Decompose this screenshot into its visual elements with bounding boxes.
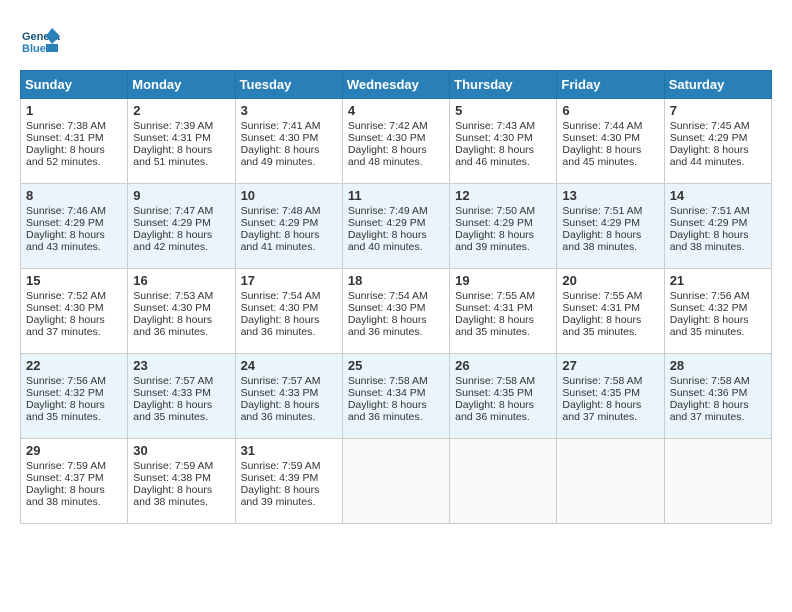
- table-row: 2Sunrise: 7:39 AMSunset: 4:31 PMDaylight…: [128, 99, 235, 184]
- day-number: 7: [670, 103, 766, 118]
- table-row: 24Sunrise: 7:57 AMSunset: 4:33 PMDayligh…: [235, 354, 342, 439]
- day-number: 9: [133, 188, 229, 203]
- day-number: 21: [670, 273, 766, 288]
- table-row: 27Sunrise: 7:58 AMSunset: 4:35 PMDayligh…: [557, 354, 664, 439]
- col-header-monday: Monday: [128, 71, 235, 99]
- day-number: 4: [348, 103, 444, 118]
- table-row: 9Sunrise: 7:47 AMSunset: 4:29 PMDaylight…: [128, 184, 235, 269]
- table-row: 6Sunrise: 7:44 AMSunset: 4:30 PMDaylight…: [557, 99, 664, 184]
- col-header-tuesday: Tuesday: [235, 71, 342, 99]
- table-row: 3Sunrise: 7:41 AMSunset: 4:30 PMDaylight…: [235, 99, 342, 184]
- calendar-table: SundayMondayTuesdayWednesdayThursdayFrid…: [20, 70, 772, 524]
- table-row: 30Sunrise: 7:59 AMSunset: 4:38 PMDayligh…: [128, 439, 235, 524]
- day-number: 22: [26, 358, 122, 373]
- day-number: 26: [455, 358, 551, 373]
- day-number: 17: [241, 273, 337, 288]
- page-header: General Blue: [20, 20, 772, 60]
- col-header-friday: Friday: [557, 71, 664, 99]
- day-number: 15: [26, 273, 122, 288]
- day-number: 8: [26, 188, 122, 203]
- col-header-thursday: Thursday: [450, 71, 557, 99]
- day-number: 29: [26, 443, 122, 458]
- table-row: 16Sunrise: 7:53 AMSunset: 4:30 PMDayligh…: [128, 269, 235, 354]
- table-row: 1Sunrise: 7:38 AMSunset: 4:31 PMDaylight…: [21, 99, 128, 184]
- day-number: 25: [348, 358, 444, 373]
- day-number: 31: [241, 443, 337, 458]
- logo-icon: General Blue: [20, 20, 60, 60]
- table-row: 31Sunrise: 7:59 AMSunset: 4:39 PMDayligh…: [235, 439, 342, 524]
- day-number: 3: [241, 103, 337, 118]
- day-number: 1: [26, 103, 122, 118]
- day-number: 16: [133, 273, 229, 288]
- table-row: 7Sunrise: 7:45 AMSunset: 4:29 PMDaylight…: [664, 99, 771, 184]
- table-row: 8Sunrise: 7:46 AMSunset: 4:29 PMDaylight…: [21, 184, 128, 269]
- table-row: 15Sunrise: 7:52 AMSunset: 4:30 PMDayligh…: [21, 269, 128, 354]
- day-number: 10: [241, 188, 337, 203]
- table-row: [342, 439, 449, 524]
- table-row: 25Sunrise: 7:58 AMSunset: 4:34 PMDayligh…: [342, 354, 449, 439]
- table-row: 11Sunrise: 7:49 AMSunset: 4:29 PMDayligh…: [342, 184, 449, 269]
- day-number: 2: [133, 103, 229, 118]
- col-header-saturday: Saturday: [664, 71, 771, 99]
- day-number: 14: [670, 188, 766, 203]
- table-row: 18Sunrise: 7:54 AMSunset: 4:30 PMDayligh…: [342, 269, 449, 354]
- svg-text:Blue: Blue: [22, 43, 46, 55]
- table-row: [450, 439, 557, 524]
- day-number: 6: [562, 103, 658, 118]
- table-row: [664, 439, 771, 524]
- table-row: 29Sunrise: 7:59 AMSunset: 4:37 PMDayligh…: [21, 439, 128, 524]
- table-row: 28Sunrise: 7:58 AMSunset: 4:36 PMDayligh…: [664, 354, 771, 439]
- table-row: 21Sunrise: 7:56 AMSunset: 4:32 PMDayligh…: [664, 269, 771, 354]
- table-row: 13Sunrise: 7:51 AMSunset: 4:29 PMDayligh…: [557, 184, 664, 269]
- day-number: 23: [133, 358, 229, 373]
- day-number: 24: [241, 358, 337, 373]
- day-number: 20: [562, 273, 658, 288]
- table-row: 20Sunrise: 7:55 AMSunset: 4:31 PMDayligh…: [557, 269, 664, 354]
- table-row: 17Sunrise: 7:54 AMSunset: 4:30 PMDayligh…: [235, 269, 342, 354]
- table-row: 26Sunrise: 7:58 AMSunset: 4:35 PMDayligh…: [450, 354, 557, 439]
- table-row: 4Sunrise: 7:42 AMSunset: 4:30 PMDaylight…: [342, 99, 449, 184]
- table-row: 5Sunrise: 7:43 AMSunset: 4:30 PMDaylight…: [450, 99, 557, 184]
- day-number: 28: [670, 358, 766, 373]
- day-number: 18: [348, 273, 444, 288]
- table-row: [557, 439, 664, 524]
- day-number: 12: [455, 188, 551, 203]
- day-number: 13: [562, 188, 658, 203]
- day-number: 30: [133, 443, 229, 458]
- day-number: 19: [455, 273, 551, 288]
- day-number: 11: [348, 188, 444, 203]
- logo: General Blue: [20, 20, 64, 60]
- day-number: 5: [455, 103, 551, 118]
- col-header-sunday: Sunday: [21, 71, 128, 99]
- table-row: 14Sunrise: 7:51 AMSunset: 4:29 PMDayligh…: [664, 184, 771, 269]
- table-row: 10Sunrise: 7:48 AMSunset: 4:29 PMDayligh…: [235, 184, 342, 269]
- day-number: 27: [562, 358, 658, 373]
- table-row: 12Sunrise: 7:50 AMSunset: 4:29 PMDayligh…: [450, 184, 557, 269]
- table-row: 23Sunrise: 7:57 AMSunset: 4:33 PMDayligh…: [128, 354, 235, 439]
- col-header-wednesday: Wednesday: [342, 71, 449, 99]
- table-row: 19Sunrise: 7:55 AMSunset: 4:31 PMDayligh…: [450, 269, 557, 354]
- table-row: 22Sunrise: 7:56 AMSunset: 4:32 PMDayligh…: [21, 354, 128, 439]
